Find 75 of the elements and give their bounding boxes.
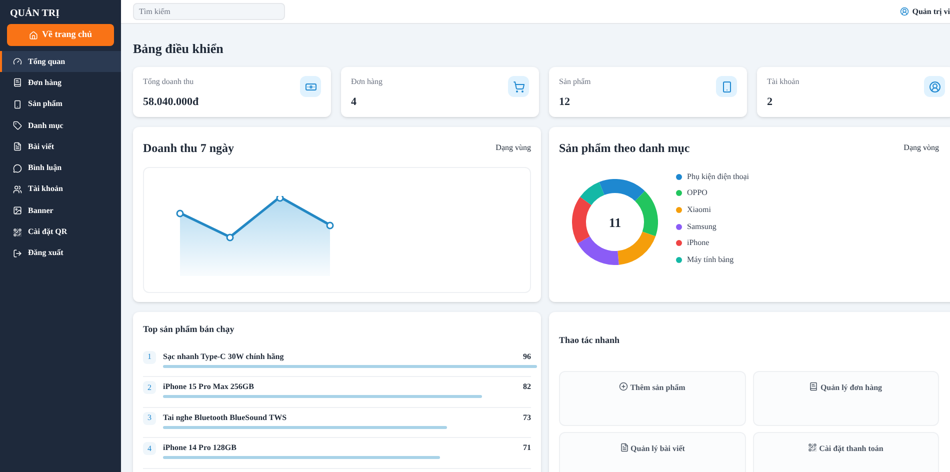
legend-label: iPhone	[687, 237, 710, 250]
chart-mode-toggle[interactable]: Dạng vòng	[904, 142, 939, 154]
gauge-icon	[13, 57, 22, 66]
stat-value: 4	[351, 95, 358, 110]
book-icon	[809, 382, 818, 390]
users-icon	[13, 184, 22, 194]
sales-count: 96	[523, 350, 531, 362]
tag-icon	[13, 121, 22, 130]
sidebar-item[interactable]: Đơn hàng	[0, 72, 121, 94]
sidebar-item[interactable]: Sản phẩm	[0, 94, 121, 115]
sidebar-item[interactable]: Bình luận	[0, 157, 121, 179]
qr-code-icon	[13, 228, 22, 237]
rank-badge: 3	[143, 412, 156, 424]
user-icon	[900, 7, 910, 16]
phone-icon	[13, 100, 22, 109]
sales-count: 71	[523, 442, 531, 454]
image-icon	[13, 206, 22, 216]
data-point	[226, 234, 234, 242]
data-point	[276, 196, 284, 202]
product-name: iPhone 15 Pro Max 256GB	[163, 381, 254, 393]
legend-label: Máy tính bảng	[687, 254, 734, 266]
sales-count: 82	[523, 381, 531, 393]
sidebar-item[interactable]: Danh mục	[0, 114, 121, 136]
phone-icon	[720, 80, 732, 92]
page-title: Bảng điều khiển	[133, 40, 224, 58]
quick-action-button[interactable]: Quản lý bài viết	[559, 432, 746, 472]
stat-value: 2	[767, 95, 774, 110]
user-name[interactable]: Quản trị vi	[912, 6, 950, 18]
stat-label: Tổng doanh thu	[143, 76, 195, 88]
donut-total: 11	[608, 216, 622, 228]
rank-badge: 1	[143, 350, 156, 364]
data-point	[326, 222, 334, 230]
plus-circle-icon	[619, 382, 628, 390]
qr-code-icon	[808, 442, 818, 452]
card-title: Thao tác nhanh	[559, 334, 621, 347]
quick-action-button[interactable]: Cài đặt thanh toán	[752, 432, 939, 472]
legend-label: Phụ kiện điện thoại	[687, 170, 749, 183]
legend-label: OPPO	[687, 187, 708, 200]
data-point	[176, 210, 184, 218]
card-title: Doanh thu 7 ngày	[143, 140, 234, 157]
user-icon	[928, 80, 940, 92]
logout-icon	[13, 248, 22, 258]
search-field[interactable]: Tìm kiếm	[133, 3, 285, 20]
sales-count: 73	[523, 412, 531, 424]
sidebar-item[interactable]: Tài khoản	[0, 178, 121, 200]
book-icon	[13, 78, 22, 88]
sidebar-item[interactable]: Bài viết	[0, 136, 121, 158]
product-name: Sạc nhanh Type-C 30W chính hãng	[163, 350, 284, 362]
stat-label: Sản phẩm	[559, 76, 591, 88]
chat-icon	[13, 164, 22, 173]
money-icon	[304, 80, 316, 92]
sidebar-title: QUẢN TRỊ	[9, 6, 61, 21]
home-icon	[29, 30, 38, 40]
stat-value: 58.040.000đ	[143, 95, 199, 110]
rank-badge: 2	[143, 381, 156, 394]
card-title: Top sản phẩm bán chạy	[143, 323, 236, 336]
product-name: iPhone 14 Pro 128GB	[163, 442, 236, 454]
stat-label: Tài khoản	[767, 76, 800, 88]
stat-value: 12	[559, 95, 571, 110]
legend-label: Samsung	[687, 220, 716, 233]
document-icon	[13, 142, 22, 152]
sidebar-item[interactable]: Cài đặt QR	[0, 221, 121, 243]
stat-label: Đơn hàng	[351, 76, 383, 88]
rank-badge: 4	[143, 442, 156, 455]
quick-action-button[interactable]: Thêm sản phẩm	[559, 370, 746, 426]
document-icon	[620, 442, 629, 452]
sidebar-item[interactable]: Banner	[0, 200, 121, 222]
legend-label: Xiaomi	[687, 204, 711, 216]
chart-mode-toggle[interactable]: Dạng vùng	[496, 142, 531, 154]
quick-action-button[interactable]: Quản lý đơn hàng	[752, 370, 939, 426]
sidebar-item[interactable]: Tổng quan	[0, 51, 121, 72]
sidebar-item[interactable]: Đăng xuất	[0, 242, 121, 264]
cart-icon	[512, 80, 524, 92]
product-name: Tai nghe Bluetooth BlueSound TWS	[163, 412, 287, 424]
card-title: Sản phẩm theo danh mục	[559, 140, 690, 157]
